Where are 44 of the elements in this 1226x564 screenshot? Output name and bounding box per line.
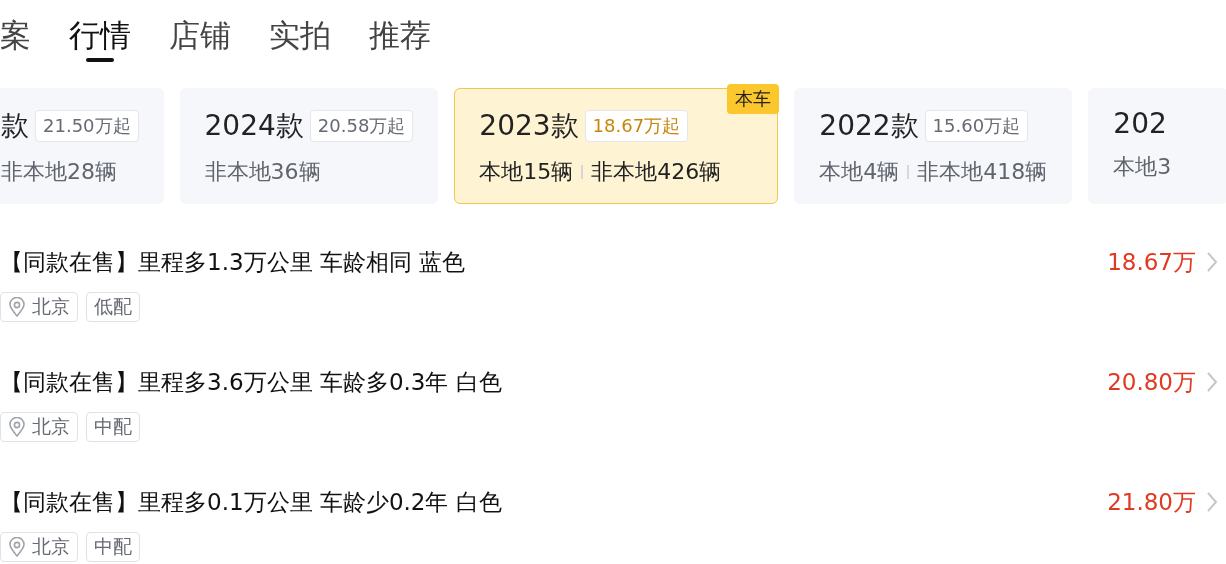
nonlocal-count: 非本地426辆: [591, 158, 722, 186]
location-pin-icon: [8, 417, 26, 437]
trim-tag: 中配: [86, 412, 140, 442]
chevron-right-icon[interactable]: [1206, 251, 1218, 273]
listing-title[interactable]: 【同款在售】里程多3.6万公里 车龄多0.3年 白色: [0, 362, 502, 402]
current-car-badge: 本车: [727, 84, 780, 114]
location-pin-icon: [8, 537, 26, 557]
city-name: 北京: [32, 534, 70, 559]
chevron-right-icon[interactable]: [1206, 371, 1218, 393]
model-year: 202: [1113, 107, 1167, 140]
trim-tag: 中配: [86, 532, 140, 562]
local-count: 本地4辆: [819, 158, 900, 186]
tab[interactable]: 案: [0, 14, 31, 62]
location-pin-icon: [8, 297, 26, 317]
city-name: 北京: [32, 294, 70, 319]
starting-price-tag: 20.58万起: [309, 110, 414, 142]
nonlocal-count: 非本地28辆: [1, 158, 117, 186]
tab[interactable]: 实拍: [269, 14, 331, 62]
nonlocal-count: 非本地418辆: [917, 158, 1048, 186]
listing-title[interactable]: 【同款在售】里程多1.3万公里 车龄相同 蓝色: [0, 242, 466, 282]
tab[interactable]: 推荐: [369, 14, 431, 62]
model-year-card[interactable]: 款 21.50万起 非本地28辆: [0, 88, 164, 204]
starting-price-tag: 15.60万起: [924, 110, 1029, 142]
tab[interactable]: 店铺: [169, 14, 231, 62]
model-year-card[interactable]: 202 本地3: [1088, 88, 1226, 204]
nonlocal-count: 非本地36辆: [204, 158, 321, 186]
local-count: 本地3: [1113, 153, 1172, 181]
model-year-card[interactable]: 2022款 15.60万起 本地4辆 非本地418辆: [794, 88, 1073, 204]
model-year-card[interactable]: 2024款 20.58万起 非本地36辆: [179, 88, 439, 204]
listing-title[interactable]: 【同款在售】里程多0.1万公里 车龄少0.2年 白色: [0, 482, 502, 522]
listing-price: 21.80万: [1107, 487, 1196, 517]
tab[interactable]: 行情: [69, 14, 131, 62]
listing-price: 18.67万: [1107, 247, 1196, 277]
model-year: 2024款: [204, 108, 304, 144]
starting-price-tag: 18.67万起: [584, 110, 689, 142]
model-year: 2023款: [479, 108, 579, 144]
local-count: 本地15辆: [479, 158, 574, 186]
city-name: 北京: [32, 414, 70, 439]
starting-price-tag: 21.50万起: [35, 110, 139, 142]
model-year: 2022款: [819, 108, 919, 144]
chevron-right-icon[interactable]: [1206, 491, 1218, 513]
trim-tag: 低配: [86, 292, 140, 322]
listing-price: 20.80万: [1107, 367, 1196, 397]
model-year: 款: [1, 108, 29, 144]
